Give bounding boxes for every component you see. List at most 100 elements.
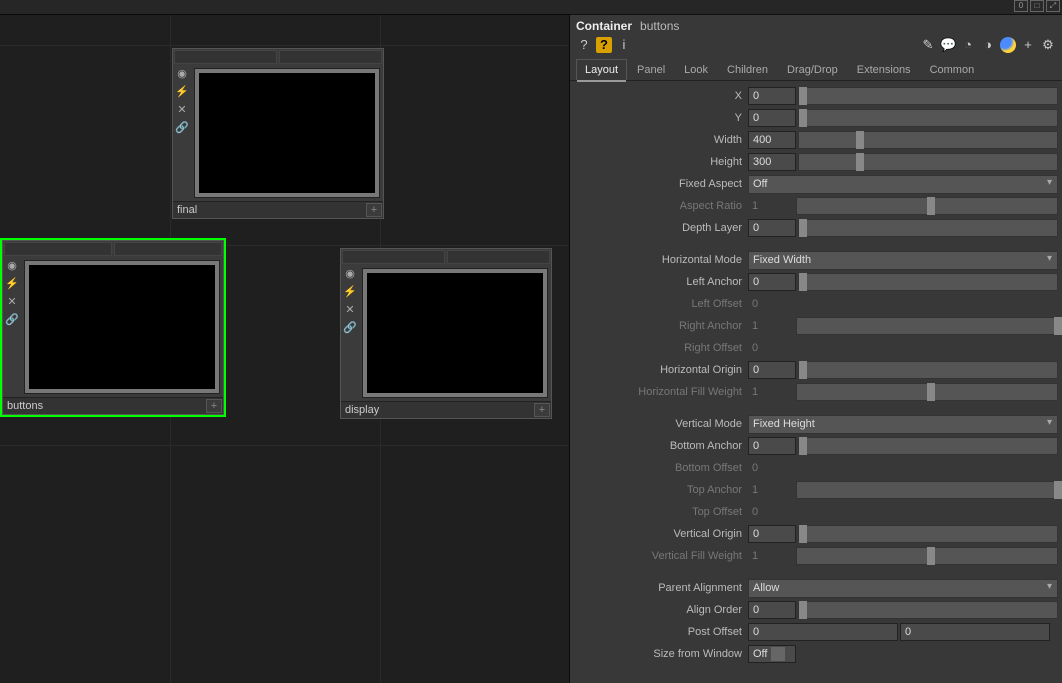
horizontal-origin-input[interactable]	[748, 361, 796, 379]
node-input-connector[interactable]	[4, 242, 112, 256]
lock-icon[interactable]: 🔗	[3, 311, 21, 329]
tab-layout[interactable]: Layout	[576, 59, 627, 80]
prop-label: Y	[574, 112, 748, 124]
window-minimize-button[interactable]: 0	[1014, 0, 1028, 12]
x-input[interactable]	[748, 87, 796, 105]
edit-icon[interactable]: ✎	[920, 37, 936, 53]
width-slider[interactable]	[798, 131, 1058, 149]
prop-label: Depth Layer	[574, 222, 748, 234]
bypass-icon[interactable]: ⚡	[341, 283, 359, 301]
left-anchor-input[interactable]	[748, 273, 796, 291]
horizontal-mode-select[interactable]: Fixed Width	[748, 251, 1058, 270]
align-order-slider[interactable]	[798, 601, 1058, 619]
right-anchor-slider[interactable]	[796, 317, 1058, 335]
prop-label: Top Offset	[574, 506, 748, 518]
prop-label: Height	[574, 156, 748, 168]
prop-label: Bottom Anchor	[574, 440, 748, 452]
post-offset-y-input[interactable]	[900, 623, 1050, 641]
close-icon[interactable]: ✕	[173, 101, 191, 119]
node-input-connector[interactable]	[174, 50, 277, 64]
tab-extensions[interactable]: Extensions	[848, 59, 920, 80]
prop-label: Horizontal Origin	[574, 364, 748, 376]
prop-label: Vertical Mode	[574, 418, 748, 430]
aspect-ratio-slider[interactable]	[796, 197, 1058, 215]
node-final[interactable]: ◉ ⚡ ✕ 🔗 +	[172, 48, 384, 219]
horizontal-origin-slider[interactable]	[798, 361, 1058, 379]
close-icon[interactable]: ✕	[3, 293, 21, 311]
horizontal-fill-weight-slider[interactable]	[796, 383, 1058, 401]
tab-dragdrop[interactable]: Drag/Drop	[778, 59, 847, 80]
window-expand-button[interactable]: ⤢	[1046, 0, 1060, 12]
y-slider[interactable]	[798, 109, 1058, 127]
node-add-button[interactable]: +	[534, 403, 550, 417]
depth-layer-input[interactable]	[748, 219, 796, 237]
vertical-origin-slider[interactable]	[798, 525, 1058, 543]
post-offset-x-input[interactable]	[748, 623, 898, 641]
lock-icon[interactable]: 🔗	[341, 319, 359, 337]
vertical-origin-input[interactable]	[748, 525, 796, 543]
network-canvas[interactable]: ◉ ⚡ ✕ 🔗 + ◉ ⚡ ✕ 🔗	[0, 14, 570, 683]
info-icon[interactable]: i	[616, 37, 632, 53]
bypass-icon[interactable]: ⚡	[3, 275, 21, 293]
tab-children[interactable]: Children	[718, 59, 777, 80]
node-add-button[interactable]: +	[366, 203, 382, 217]
node-preview	[362, 268, 548, 398]
node-input-connector[interactable]	[114, 242, 222, 256]
x-slider[interactable]	[798, 87, 1058, 105]
color-icon[interactable]: ◑	[980, 37, 996, 53]
bypass-icon[interactable]: ⚡	[173, 83, 191, 101]
bottom-anchor-slider[interactable]	[798, 437, 1058, 455]
size-from-window-toggle[interactable]: Off	[748, 645, 796, 663]
depth-layer-slider[interactable]	[798, 219, 1058, 237]
top-anchor-value: 1	[748, 484, 758, 496]
lock-icon[interactable]: 🔗	[173, 119, 191, 137]
window-maximize-button[interactable]: □	[1030, 0, 1044, 12]
height-slider[interactable]	[798, 153, 1058, 171]
comment-icon[interactable]: 💬	[940, 37, 956, 53]
prop-label: X	[574, 90, 748, 102]
tag-icon[interactable]: ◔	[960, 37, 976, 53]
view-icon[interactable]: ◉	[341, 265, 359, 283]
tab-look[interactable]: Look	[675, 59, 717, 80]
help-docs-icon[interactable]: ?	[596, 37, 612, 53]
node-name-input[interactable]	[3, 398, 205, 414]
fixed-aspect-select[interactable]: Off	[748, 175, 1058, 194]
height-input[interactable]	[748, 153, 796, 171]
prop-label: Top Anchor	[574, 484, 748, 496]
prop-label: Width	[574, 134, 748, 146]
top-anchor-slider[interactable]	[796, 481, 1058, 499]
prop-label: Parent Alignment	[574, 582, 748, 594]
type-label: Container	[576, 19, 632, 33]
node-name-input[interactable]	[341, 402, 533, 418]
view-icon[interactable]: ◉	[3, 257, 21, 275]
tab-panel[interactable]: Panel	[628, 59, 674, 80]
vertical-fill-weight-slider[interactable]	[796, 547, 1058, 565]
node-input-connector[interactable]	[279, 50, 382, 64]
close-icon[interactable]: ✕	[341, 301, 359, 319]
width-input[interactable]	[748, 131, 796, 149]
vertical-mode-select[interactable]: Fixed Height	[748, 415, 1058, 434]
view-icon[interactable]: ◉	[173, 65, 191, 83]
node-add-button[interactable]: +	[206, 399, 222, 413]
node-input-connector[interactable]	[342, 250, 445, 264]
node-input-connector[interactable]	[447, 250, 550, 264]
prop-label: Vertical Fill Weight	[574, 550, 748, 562]
y-input[interactable]	[748, 109, 796, 127]
horizontal-fill-weight-value: 1	[748, 386, 758, 398]
align-order-input[interactable]	[748, 601, 796, 619]
node-display[interactable]: ◉ ⚡ ✕ 🔗 +	[340, 248, 552, 419]
left-offset-value: 0	[748, 298, 758, 310]
tab-common[interactable]: Common	[921, 59, 984, 80]
parent-alignment-select[interactable]: Allow	[748, 579, 1058, 598]
add-icon[interactable]: +	[1020, 37, 1036, 53]
left-anchor-slider[interactable]	[798, 273, 1058, 291]
prop-label: Fixed Aspect	[574, 178, 748, 190]
prop-label: Size from Window	[574, 648, 748, 660]
help-icon[interactable]: ?	[576, 37, 592, 53]
bottom-anchor-input[interactable]	[748, 437, 796, 455]
python-icon[interactable]	[1000, 37, 1016, 53]
node-name-input[interactable]	[173, 202, 365, 218]
gear-icon[interactable]: ⚙	[1040, 37, 1056, 53]
node-preview	[24, 260, 220, 394]
node-buttons[interactable]: ◉ ⚡ ✕ 🔗 +	[2, 240, 224, 415]
